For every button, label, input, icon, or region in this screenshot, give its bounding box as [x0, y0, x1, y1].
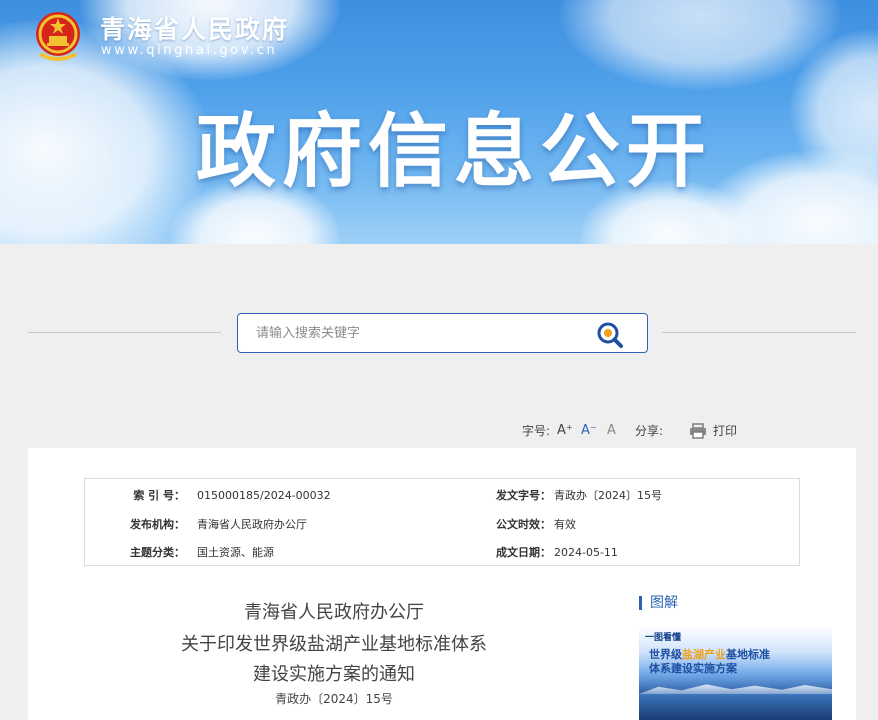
divider-left: [28, 332, 221, 333]
validity-value: 有效: [554, 518, 576, 531]
infographic-tag: 一图看懂: [645, 633, 682, 643]
print-button[interactable]: 打印: [713, 422, 737, 440]
index-label: 索 引 号：: [133, 489, 185, 502]
search-icon[interactable]: [594, 320, 628, 350]
national-emblem-icon: [36, 12, 80, 61]
site-url[interactable]: www.qinghai.gov.cn: [101, 43, 277, 58]
banner-title: 政府信息公开: [196, 105, 712, 198]
mountain-image: [639, 684, 832, 694]
date-label: 成文日期：: [496, 546, 551, 559]
index-value: 015000185/2024-00032: [197, 489, 331, 502]
doc-no-label: 发文字号：: [496, 489, 551, 502]
infographic-title-line2: 体系建设实施方案: [649, 662, 737, 675]
document-title-line2: 关于印发世界级盐湖产业基地标准体系: [181, 634, 487, 655]
document-number: 青政办〔2024〕15号: [275, 692, 393, 706]
lake-image: [639, 694, 832, 720]
doc-no-value: 青政办〔2024〕15号: [554, 489, 662, 502]
header-banner: 青海省人民政府 www.qinghai.gov.cn 政府信息公开: [0, 0, 878, 244]
font-size-label: 字号:: [522, 424, 551, 438]
issuer-value: 青海省人民政府办公厅: [197, 518, 307, 531]
search-box: [237, 313, 648, 353]
validity-label: 公文时效：: [496, 518, 551, 531]
issuer-label: 发布机构：: [130, 518, 185, 531]
search-input[interactable]: [256, 314, 576, 352]
document-title-line3: 建设实施方案的通知: [253, 664, 415, 685]
sidebar-section-title[interactable]: 图解: [639, 596, 678, 610]
meta-row: 发布机构： 青海省人民政府办公厅 公文时效： 有效: [85, 510, 801, 539]
topic-value: 国土资源、能源: [197, 546, 274, 559]
divider-right: [662, 332, 856, 333]
font-small-button[interactable]: A⁻: [581, 422, 597, 440]
infographic-card[interactable]: 一图看懂 世界级盐湖产业基地标准 体系建设实施方案: [639, 626, 832, 720]
font-large-button[interactable]: A⁺: [557, 422, 573, 440]
meta-row: 索 引 号： 015000185/2024-00032 发文字号： 青政办〔20…: [85, 481, 801, 510]
site-name[interactable]: 青海省人民政府: [100, 10, 289, 46]
topic-label: 主题分类：: [130, 546, 185, 559]
document-metadata-table: 索 引 号： 015000185/2024-00032 发文字号： 青政办〔20…: [84, 478, 800, 566]
date-value: 2024-05-11: [554, 546, 618, 559]
printer-icon[interactable]: [689, 423, 707, 439]
meta-row: 主题分类： 国土资源、能源 成文日期： 2024-05-11: [85, 538, 801, 567]
content-panel: 索 引 号： 015000185/2024-00032 发文字号： 青政办〔20…: [28, 448, 856, 720]
font-normal-button[interactable]: A: [607, 422, 616, 440]
share-label: 分享:: [635, 424, 664, 438]
document-title-line1: 青海省人民政府办公厅: [244, 602, 424, 623]
